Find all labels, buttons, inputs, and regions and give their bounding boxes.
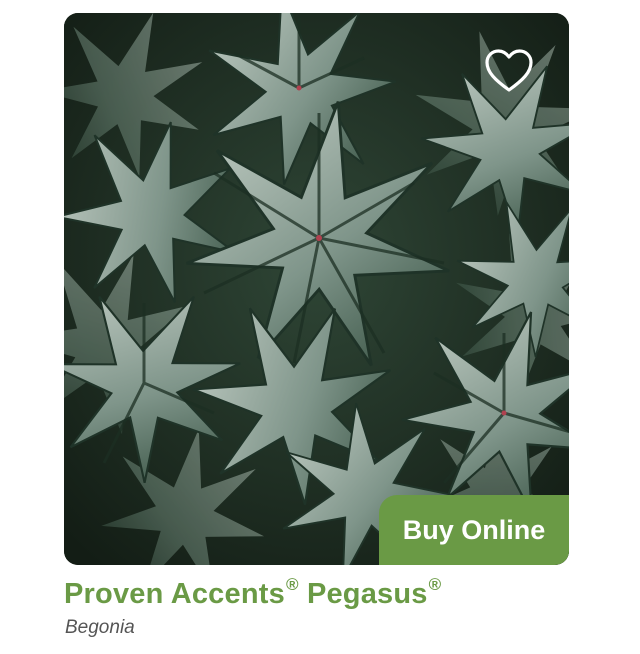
product-name-part1: Proven Accents (64, 578, 285, 610)
product-genus: Begonia (65, 617, 135, 638)
product-title[interactable]: Proven Accents® Pegasus® (64, 575, 569, 611)
favorite-button[interactable] (481, 43, 537, 99)
product-image[interactable]: Buy Online (64, 13, 569, 565)
registered-mark: ® (285, 575, 299, 594)
registered-mark: ® (428, 575, 442, 594)
product-name-part2: Pegasus (306, 578, 428, 610)
heart-outline-icon (485, 49, 533, 92)
buy-online-button[interactable]: Buy Online (379, 495, 569, 565)
product-card[interactable]: Buy Online Proven Accents® Pegasus® Bego… (64, 13, 569, 639)
